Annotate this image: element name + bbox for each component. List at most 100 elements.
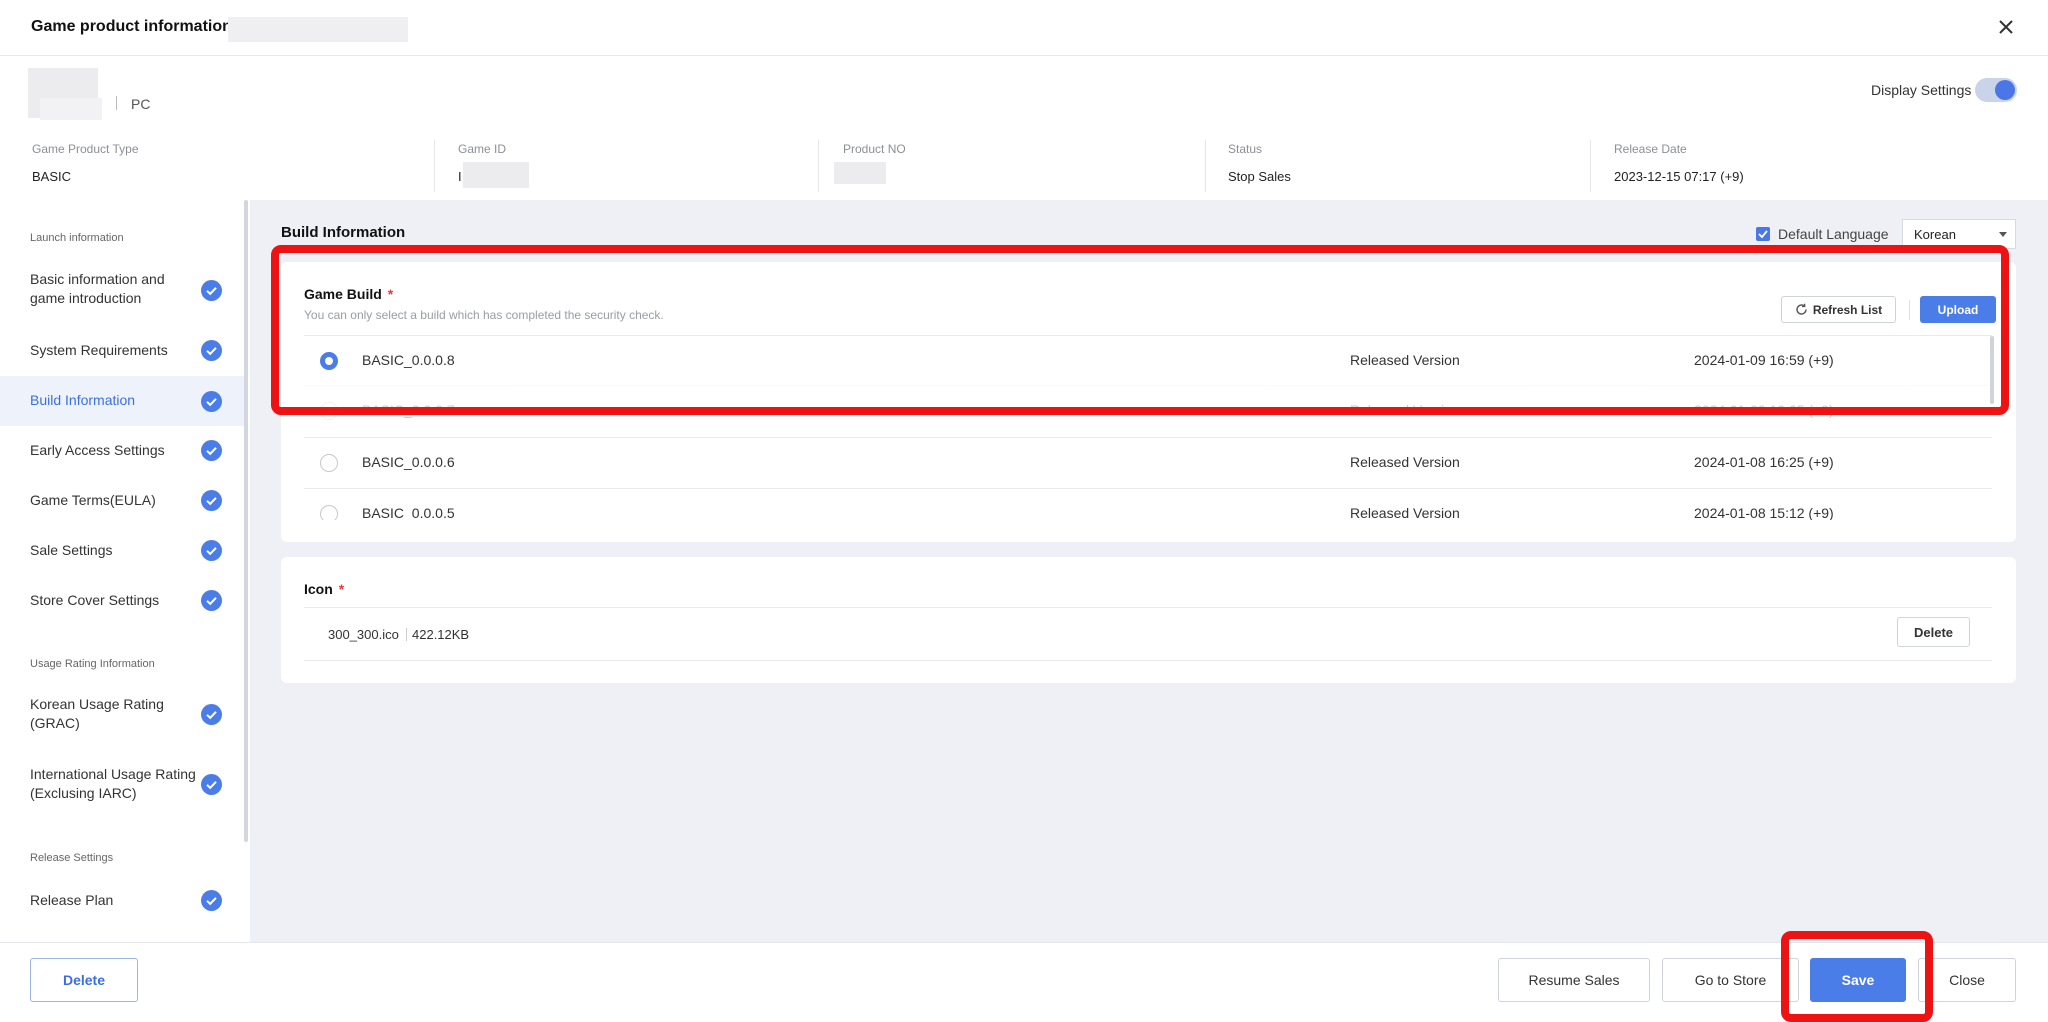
check-circle-icon [201,774,222,795]
build-name: BASIC_0.0.0.6 [362,454,455,470]
build-name: BASIC_0.0.0.5 [362,505,455,520]
display-settings-toggle[interactable] [1975,78,2017,102]
icon-file-row: 300_300.ico 422.12KB [304,607,1992,661]
title-bar: Game product information [0,0,2048,56]
build-date: 2024-01-09 16:59 (+9) [1694,352,1834,368]
meta-value: 2023-12-15 07:17 (+9) [1614,169,1744,184]
check-circle-icon [201,340,222,361]
game-build-title-text: Game Build [304,286,382,302]
build-date: 2024-01-08 16:25 (+9) [1694,454,1834,470]
sidebar-item-label: Store Cover Settings [30,592,160,608]
sidebar-section-title: Release Settings [30,852,114,864]
sidebar-item-label: Game Terms(EULA) [30,492,156,508]
required-mark: * [338,581,345,597]
platform-label: PC [131,96,151,112]
meta-label: Game ID [458,142,507,156]
check-circle-icon [201,890,222,911]
sidebar-item-korean-rating[interactable]: Korean Usage Rating (GRAC) [0,692,244,738]
refresh-list-button[interactable]: Refresh List [1781,296,1896,323]
radio-selected[interactable] [320,352,338,370]
meta-status: Status Stop Sales [1228,142,1291,188]
sidebar-item-sale-settings[interactable]: Sale Settings [0,526,244,576]
sidebar-item-international-rating[interactable]: International Usage Rating (Exclusing IA… [0,762,244,808]
check-circle-icon [201,490,222,511]
sidebar-item-game-terms[interactable]: Game Terms(EULA) [0,476,244,526]
divider [434,140,435,192]
product-thumbnail-redact [40,98,102,120]
divider [116,96,117,110]
meta-value: Stop Sales [1228,169,1291,184]
delete-icon-button[interactable]: Delete [1897,617,1970,647]
sidebar-item-store-cover[interactable]: Store Cover Settings [0,576,244,626]
check-circle-icon [201,590,222,611]
meta-label: Product NO [843,142,906,156]
save-button[interactable]: Save [1810,958,1906,1002]
icon-section-title: Icon * [304,581,344,597]
check-circle-icon [201,391,222,412]
icon-section-title-text: Icon [304,581,333,597]
go-to-store-button[interactable]: Go to Store [1662,958,1799,1002]
sidebar-item-release-plan[interactable]: Release Plan [0,880,244,926]
redacted-title-suffix [228,17,408,42]
sidebar-scrollbar[interactable] [244,200,248,842]
divider [1205,140,1206,192]
radio-unselected[interactable] [320,454,338,472]
close-icon[interactable] [1993,14,2019,40]
divider [818,140,819,192]
sidebar: Launch information Basic information and… [0,200,248,942]
build-row[interactable]: BASIC_0.0.0.7 Released Version 2024-01-0… [304,385,1992,435]
sidebar-item-label: International Usage Rating (Exclusing IA… [30,766,196,801]
build-row[interactable]: BASIC_0.0.0.8 Released Version 2024-01-0… [304,335,1992,385]
delete-button[interactable]: Delete [30,958,138,1002]
build-type: Released Version [1350,402,1460,418]
default-language-checkbox[interactable]: Default Language [1756,226,1889,242]
refresh-list-label: Refresh List [1812,302,1883,317]
check-circle-icon [201,440,222,461]
sidebar-item-label: Release Plan [30,892,114,908]
sidebar-item-label: System Requirements [30,342,168,358]
build-list-scrollbar[interactable] [1990,336,1994,404]
icon-file-name: 300_300.ico [328,627,399,642]
default-language-label: Default Language [1778,226,1889,242]
sidebar-item-build-information[interactable]: Build Information [0,376,244,426]
sidebar-item-label: Build Information [30,392,136,408]
sidebar-item-label: Sale Settings [30,542,113,558]
divider [1909,300,1910,320]
build-date: 2024-01-09 10:05 (+9) [1694,402,1834,418]
upload-button[interactable]: Upload [1920,296,1996,323]
sidebar-item-basic-info[interactable]: Basic information and game introduction [0,266,244,312]
product-header: PC Display Settings Game Product Type BA… [0,56,2048,200]
sidebar-item-label: Basic information and game introduction [30,271,165,306]
sidebar-item-system-requirements[interactable]: System Requirements [0,326,244,374]
sidebar-item-label: Early Access Settings [30,442,165,458]
language-select-value: Korean [1914,227,1956,242]
sidebar-section-title: Usage Rating Information [30,658,155,670]
build-type: Released Version [1350,505,1460,520]
game-build-title: Game Build * [304,286,393,302]
build-name: BASIC_0.0.0.7 [362,402,455,418]
check-circle-icon [201,540,222,561]
divider [406,628,407,641]
check-circle-icon [201,280,222,301]
build-type: Released Version [1350,352,1460,368]
radio-unselected[interactable] [320,402,338,420]
resume-sales-button[interactable]: Resume Sales [1498,958,1650,1002]
language-select[interactable]: Korean [1902,219,2016,249]
meta-label: Game Product Type [32,142,139,156]
meta-release-date: Release Date 2023-12-15 07:17 (+9) [1614,142,1744,188]
meta-value: BASIC [32,169,72,184]
build-row[interactable]: BASIC_0.0.0.6 Released Version 2024-01-0… [304,437,1992,487]
redacted-game-id [463,162,529,188]
radio-unselected[interactable] [320,505,338,520]
close-button[interactable]: Close [1918,958,2016,1002]
game-build-subtitle: You can only select a build which has co… [304,308,664,322]
sidebar-item-label: Korean Usage Rating (GRAC) [30,696,164,731]
divider [1590,140,1591,192]
meta-product-type: Game Product Type BASIC [32,142,139,188]
refresh-icon [1795,303,1808,316]
sidebar-item-early-access[interactable]: Early Access Settings [0,426,244,476]
check-circle-icon [201,704,222,725]
build-name: BASIC_0.0.0.8 [362,352,455,368]
toggle-knob [1995,80,2015,100]
build-row[interactable]: BASIC_0.0.0.5 Released Version 2024-01-0… [304,488,1992,520]
